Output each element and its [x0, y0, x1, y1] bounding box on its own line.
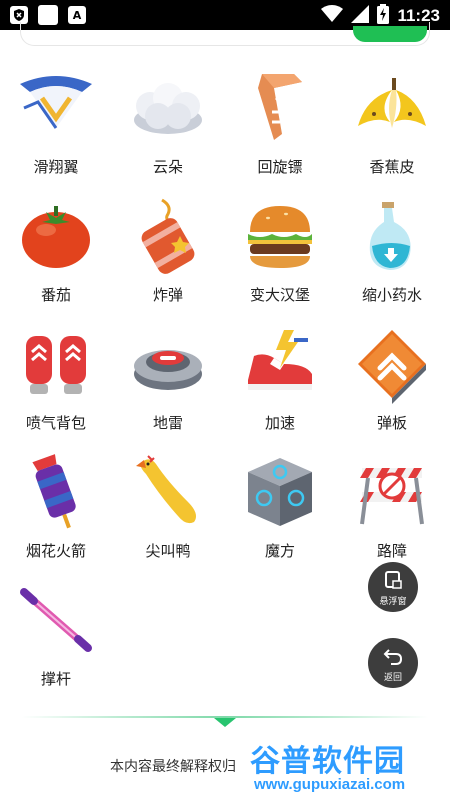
screaming-duck-icon — [136, 455, 196, 524]
divider-arrow-icon — [214, 718, 236, 727]
item-label: 弹板 — [376, 414, 407, 432]
item-landmine[interactable]: 地雷 — [112, 316, 224, 436]
item-label: 喷气背包 — [25, 414, 86, 432]
landmine-icon — [134, 350, 202, 390]
jetpack-icon — [26, 336, 86, 394]
pole-icon — [20, 588, 92, 652]
item-dynamite-bomb[interactable]: 炸弹 — [112, 188, 224, 308]
spring-board-icon — [358, 330, 426, 404]
item-label: 地雷 — [152, 414, 183, 432]
item-label: 云朵 — [152, 158, 183, 176]
potion-icon — [369, 202, 411, 270]
speed-shoe-icon — [248, 330, 312, 390]
roadblock-icon — [360, 468, 424, 525]
item-label: 烟花火箭 — [25, 542, 86, 560]
watermark-title: 谷普软件园 — [250, 744, 405, 779]
tomato-icon — [22, 206, 90, 268]
item-label: 变大汉堡 — [249, 286, 310, 304]
float-window-label: 悬浮窗 — [379, 597, 407, 607]
item-label: 魔方 — [264, 542, 295, 560]
item-screaming-duck[interactable]: 尖叫鸭 — [112, 444, 224, 564]
item-magic-cube[interactable]: 魔方 — [224, 444, 336, 564]
float-window-icon — [385, 571, 402, 589]
firework-rocket-icon — [32, 454, 76, 529]
back-arrow-icon — [383, 649, 403, 665]
item-label: 尖叫鸭 — [145, 542, 191, 560]
item-spring-board[interactable]: 弹板 — [336, 316, 448, 436]
item-tomato[interactable]: 番茄 — [0, 188, 112, 308]
item-label: 撑杆 — [40, 670, 71, 688]
float-window-button[interactable]: 悬浮窗 — [368, 562, 418, 612]
back-label: 返回 — [383, 673, 402, 683]
item-label: 路障 — [376, 542, 407, 560]
burger-icon — [248, 206, 312, 268]
search-button[interactable] — [353, 26, 427, 42]
back-button[interactable]: 返回 — [368, 638, 418, 688]
item-speed-shoe[interactable]: 加速 — [224, 316, 336, 436]
item-pole[interactable]: 撑杆 — [0, 572, 112, 692]
item-banana-peel[interactable]: 香蕉皮 — [336, 60, 448, 180]
item-label: 香蕉皮 — [369, 158, 415, 176]
cloud-icon — [134, 83, 202, 134]
item-firework-rocket[interactable]: 烟花火箭 — [0, 444, 112, 564]
dynamite-bomb-icon — [141, 198, 195, 274]
item-burger[interactable]: 变大汉堡 — [224, 188, 336, 308]
item-label: 炸弹 — [152, 286, 183, 304]
watermark-url: www.gupuxiazai.com — [254, 776, 406, 793]
item-label: 缩小药水 — [361, 286, 422, 304]
item-glider[interactable]: 滑翔翼 — [0, 60, 112, 180]
footer-disclaimer: 本内容最终解释权归 — [110, 759, 236, 775]
search-bar[interactable] — [20, 22, 430, 46]
glider-icon — [20, 76, 92, 129]
item-label: 番茄 — [40, 286, 71, 304]
item-potion[interactable]: 缩小药水 — [336, 188, 448, 308]
item-cloud[interactable]: 云朵 — [112, 60, 224, 180]
boomerang-icon — [258, 74, 302, 140]
item-label: 加速 — [264, 414, 295, 432]
item-jetpack[interactable]: 喷气背包 — [0, 316, 112, 436]
item-label: 回旋镖 — [257, 158, 303, 176]
magic-cube-icon — [248, 458, 312, 526]
site-watermark: 谷普软件园 www.gupuxiazai.com — [250, 736, 446, 796]
item-roadblock[interactable]: 路障 — [336, 444, 448, 564]
item-label: 滑翔翼 — [33, 158, 79, 176]
banana-peel-icon — [358, 78, 426, 128]
item-boomerang[interactable]: 回旋镖 — [224, 60, 336, 180]
